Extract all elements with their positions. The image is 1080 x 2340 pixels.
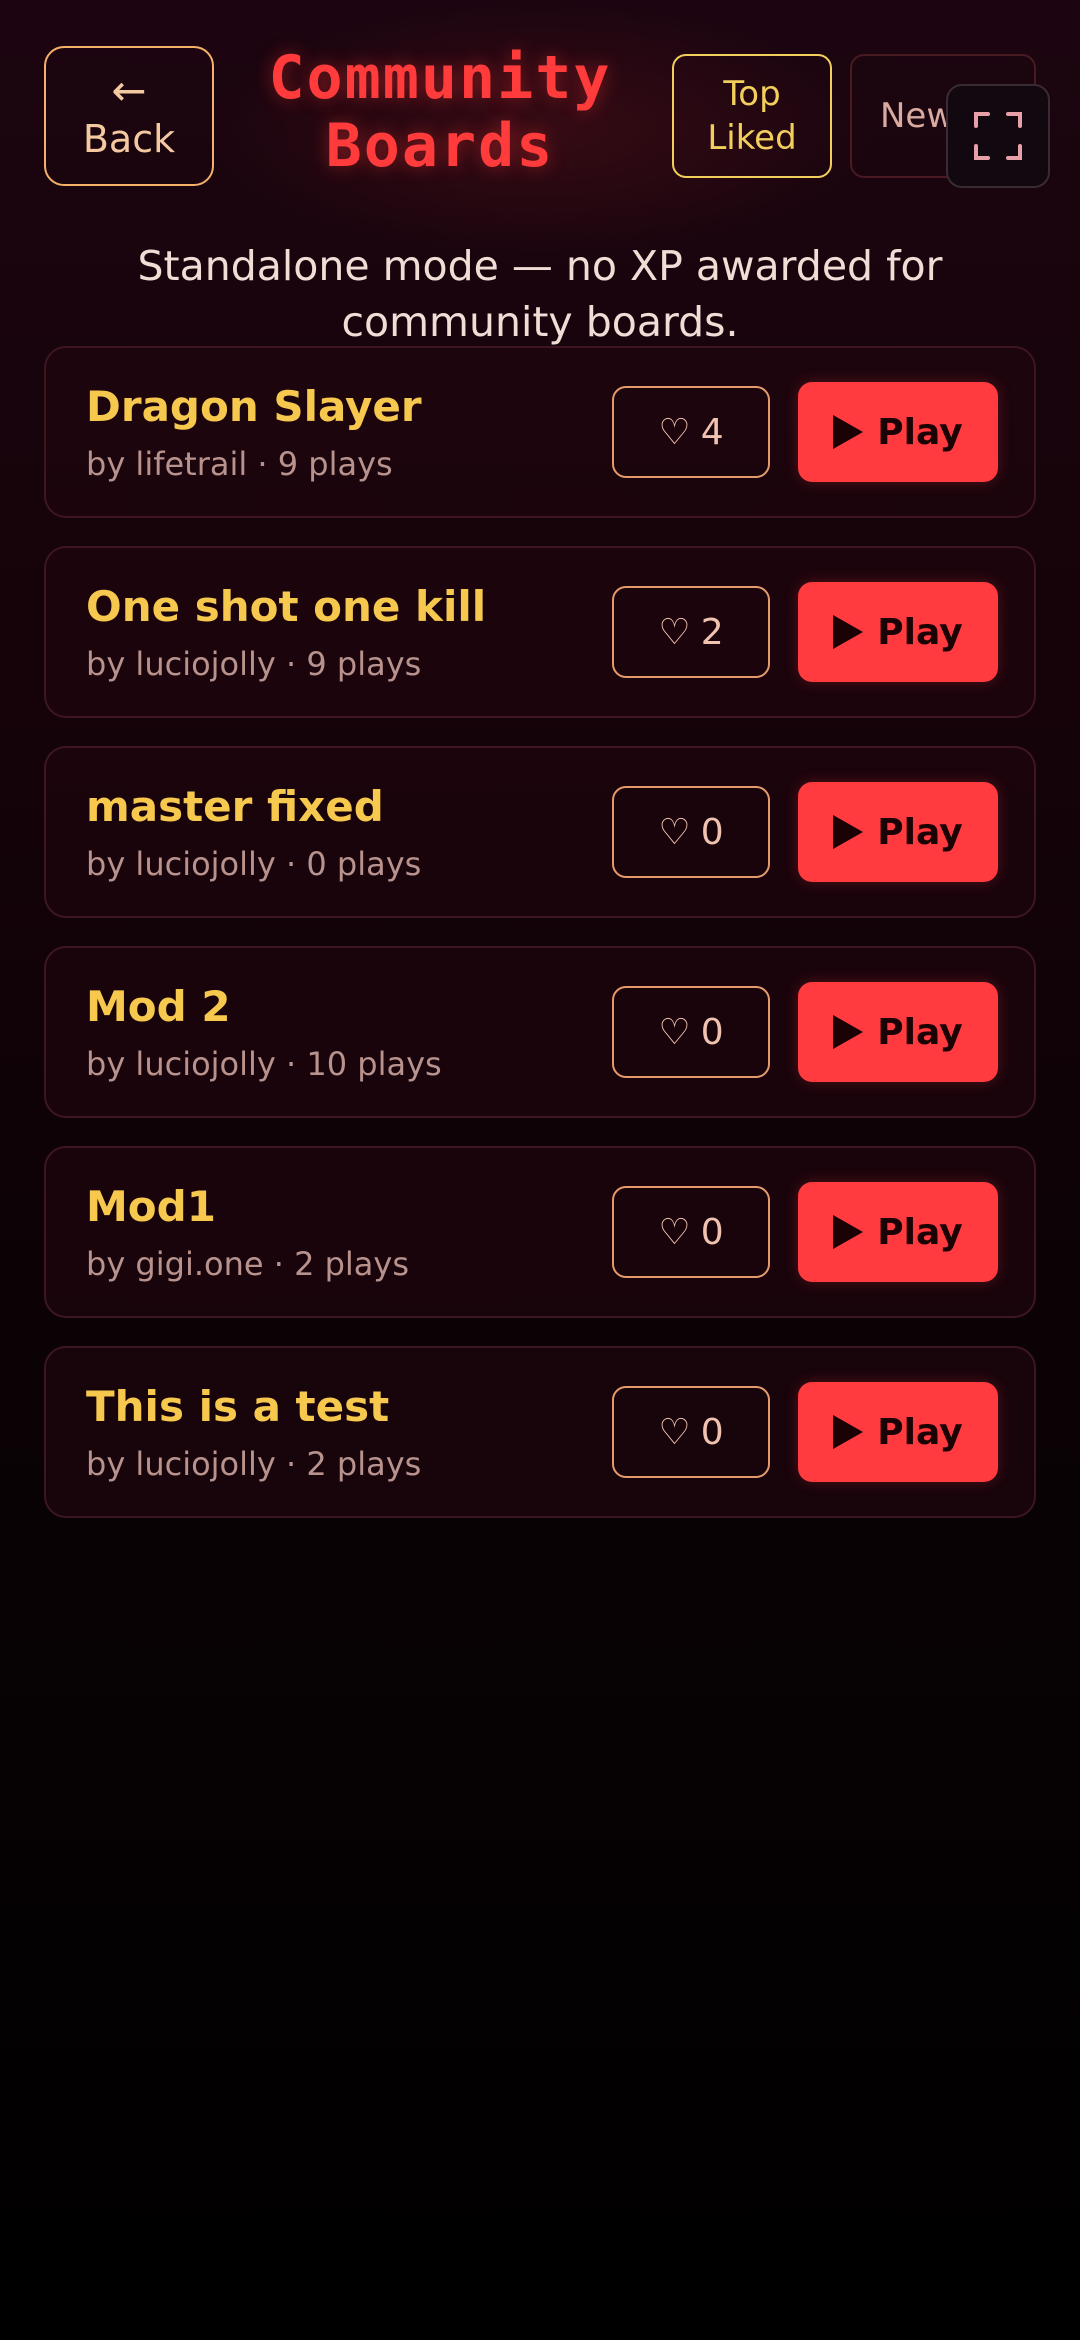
- like-count: 0: [700, 811, 724, 853]
- heart-icon: ♡: [658, 811, 691, 853]
- board-title: Mod1: [86, 1182, 216, 1231]
- play-icon: [833, 815, 864, 849]
- play-icon: [833, 1215, 864, 1249]
- play-icon: [833, 1415, 864, 1449]
- play-label: Play: [877, 1411, 963, 1453]
- like-count: 2: [700, 611, 724, 653]
- tab-new-label: New: [880, 96, 955, 136]
- board-card: master fixed by luciojolly · 0 plays ♡ 0…: [44, 746, 1036, 918]
- board-meta: by gigi.one · 2 plays: [86, 1245, 410, 1283]
- page-title: Community Boards: [230, 44, 650, 180]
- play-button[interactable]: Play: [798, 582, 998, 682]
- fullscreen-icon: [974, 112, 1022, 160]
- like-count: 4: [700, 411, 724, 453]
- like-button[interactable]: ♡ 0: [612, 1186, 770, 1278]
- standalone-notice: Standalone mode — no XP awarded for comm…: [137, 242, 943, 346]
- play-label: Play: [877, 1211, 963, 1253]
- board-title: One shot one kill: [86, 582, 487, 631]
- heart-icon: ♡: [658, 411, 691, 453]
- play-label: Play: [877, 411, 963, 453]
- board-card: One shot one kill by luciojolly · 9 play…: [44, 546, 1036, 718]
- back-label: Back: [82, 117, 176, 162]
- like-button[interactable]: ♡ 0: [612, 986, 770, 1078]
- board-title: This is a test: [86, 1382, 390, 1431]
- board-list: Dragon Slayer by lifetrail · 9 plays ♡ 4…: [44, 346, 1036, 1546]
- play-button[interactable]: Play: [798, 382, 998, 482]
- play-button[interactable]: Play: [798, 1182, 998, 1282]
- board-card: Mod 2 by luciojolly · 10 plays ♡ 0 Play: [44, 946, 1036, 1118]
- like-button[interactable]: ♡ 0: [612, 786, 770, 878]
- board-card: Mod1 by gigi.one · 2 plays ♡ 0 Play: [44, 1146, 1036, 1318]
- board-title: Dragon Slayer: [86, 382, 422, 431]
- play-label: Play: [877, 811, 963, 853]
- like-button[interactable]: ♡ 2: [612, 586, 770, 678]
- like-count: 0: [700, 1011, 724, 1053]
- play-button[interactable]: Play: [798, 782, 998, 882]
- tab-top-liked-label-line2: Liked: [707, 118, 797, 158]
- heart-icon: ♡: [658, 1411, 691, 1453]
- heart-icon: ♡: [658, 611, 691, 653]
- board-meta: by lifetrail · 9 plays: [86, 445, 393, 483]
- board-meta: by luciojolly · 9 plays: [86, 645, 422, 683]
- play-icon: [833, 615, 864, 649]
- play-button[interactable]: Play: [798, 1382, 998, 1482]
- back-button[interactable]: ← Back: [44, 46, 214, 186]
- like-count: 0: [700, 1411, 724, 1453]
- like-button[interactable]: ♡ 4: [612, 386, 770, 478]
- board-title: Mod 2: [86, 982, 231, 1031]
- board-card: This is a test by luciojolly · 2 plays ♡…: [44, 1346, 1036, 1518]
- heart-icon: ♡: [658, 1211, 691, 1253]
- play-button[interactable]: Play: [798, 982, 998, 1082]
- page-title-line2: Boards: [325, 111, 555, 181]
- fullscreen-button[interactable]: [946, 84, 1050, 188]
- arrow-left-icon: ←: [111, 66, 147, 116]
- board-card: Dragon Slayer by lifetrail · 9 plays ♡ 4…: [44, 346, 1036, 518]
- board-meta: by luciojolly · 0 plays: [86, 845, 422, 883]
- tab-top-liked[interactable]: Top Liked: [672, 54, 832, 178]
- play-icon: [833, 415, 864, 449]
- like-count: 0: [700, 1211, 724, 1253]
- board-meta: by luciojolly · 10 plays: [86, 1045, 442, 1083]
- play-label: Play: [877, 1011, 963, 1053]
- tab-top-liked-label-line1: Top: [723, 73, 781, 114]
- play-label: Play: [877, 611, 963, 653]
- board-title: master fixed: [86, 782, 384, 831]
- heart-icon: ♡: [658, 1011, 691, 1053]
- play-icon: [833, 1015, 864, 1049]
- like-button[interactable]: ♡ 0: [612, 1386, 770, 1478]
- board-meta: by luciojolly · 2 plays: [86, 1445, 422, 1483]
- page-title-line1: Community: [268, 43, 612, 113]
